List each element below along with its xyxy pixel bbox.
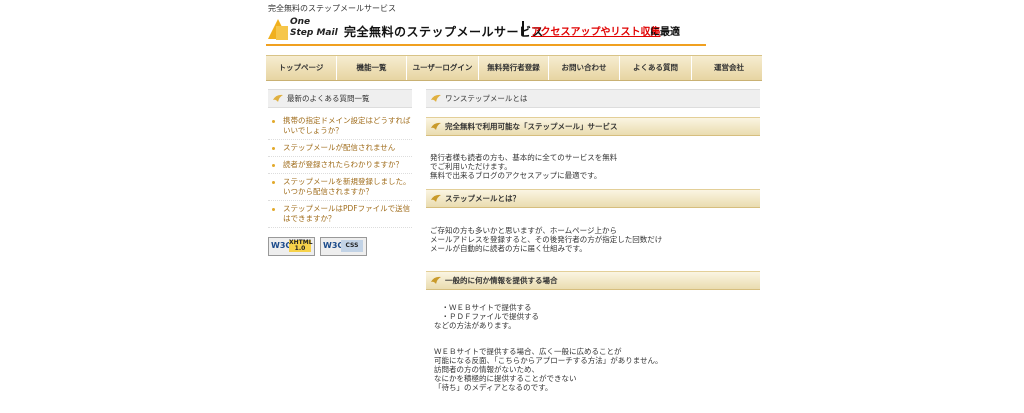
nav-company[interactable]: 運営会社 xyxy=(692,56,766,80)
section-list: ・ＷＥＢサイトで提供する ・ＰＤＦファイルで提供する などの方法があります。 xyxy=(434,303,539,330)
faq-link[interactable]: ステップメールが配信されません xyxy=(268,143,412,157)
section-heading: ステップメールとは？ xyxy=(445,194,520,203)
tagline-rest: に最適 xyxy=(650,27,680,38)
sidebar-heading: 最新のよくある質問一覧 xyxy=(287,94,370,103)
bird-icon xyxy=(431,276,441,284)
sidebar-heading-bar: 最新のよくある質問一覧 xyxy=(268,89,412,108)
section-text: 発行者様も読者の方も、基本的に全てのサービスを無料 でご利用いただけます。 無料… xyxy=(430,153,618,180)
nav-features[interactable]: 機能一覧 xyxy=(337,56,407,80)
section-text: ご存知の方も多いかと思いますが、ホームページ上から メールアドレスを登録すると、… xyxy=(430,226,663,253)
nav-contact[interactable]: お問い合わせ xyxy=(549,56,620,80)
page-heading: ワンステップメールとは xyxy=(445,94,528,103)
nav-login[interactable]: ユーザーログイン xyxy=(407,56,479,80)
faq-link[interactable]: ステップメールを新規登録しました。いつから配信されますか？ xyxy=(268,177,412,201)
bird-icon xyxy=(431,94,441,102)
section-text: ＷＥＢサイトで提供する場合、広く一般に広めることが 可能になる反面、「こちらから… xyxy=(434,347,663,392)
section-heading: 一般的に何か情報を提供する場合 xyxy=(445,276,558,285)
site-title: 完全無料のステップメールサービス xyxy=(344,25,545,39)
section-heading: 完全無料で利用可能な「ステップメール」サービス xyxy=(445,122,618,131)
xhtml-label: XHTML 1.0 xyxy=(289,239,313,252)
faq-link[interactable]: 携帯の指定ドメイン設定はどうすればいいでしょうか？ xyxy=(268,116,412,140)
page: 完全無料のステップメールサービス One Step Mail 完全無料のステップ… xyxy=(266,0,762,413)
site-header: One Step Mail 完全無料のステップメールサービス アクセスアップやリ… xyxy=(266,14,762,46)
nav-faq[interactable]: よくある質問 xyxy=(620,56,692,80)
css-valid-badge[interactable]: W3C CSS xyxy=(320,237,367,256)
logo-stairs-block-icon xyxy=(276,26,288,40)
faq-list: 携帯の指定ドメイン設定はどうすればいいでしょうか？ ステップメールが配信されませ… xyxy=(268,116,412,231)
validator-badges: W3C XHTML 1.0 W3C CSS xyxy=(268,237,367,256)
logo-line-2: Step Mail xyxy=(290,28,338,38)
faq-link[interactable]: ステップメールはPDFファイルで送信はできますか？ xyxy=(268,204,412,228)
page-heading-bar: ワンステップメールとは xyxy=(426,89,760,108)
section-general-info: 一般的に何か情報を提供する場合 ・ＷＥＢサイトで提供する ・ＰＤＦファイルで提供… xyxy=(426,271,760,392)
nav-top[interactable]: トップページ xyxy=(266,56,337,80)
logo-line-1: One xyxy=(290,17,311,27)
top-caption: 完全無料のステップメールサービス xyxy=(268,4,396,13)
site-logo[interactable]: One Step Mail xyxy=(268,17,340,43)
main-nav: トップページ 機能一覧 ユーザーログイン 無料発行者登録 お問い合わせ よくある… xyxy=(266,55,762,81)
bird-icon xyxy=(431,122,441,130)
bird-icon xyxy=(273,94,283,102)
faq-link[interactable]: 読者が登録されたらわかりますか？ xyxy=(268,160,412,174)
section-free-service: 完全無料で利用可能な「ステップメール」サービス 発行者様も読者の方も、基本的に全… xyxy=(426,117,760,180)
tagline-highlight: アクセスアップやリスト収集 xyxy=(531,27,661,38)
bird-icon xyxy=(431,194,441,202)
section-what-is: ステップメールとは？ ご存知の方も多いかと思いますが、ホームページ上から メール… xyxy=(426,189,760,253)
css-label: CSS xyxy=(341,240,363,252)
title-separator xyxy=(522,21,524,36)
nav-register[interactable]: 無料発行者登録 xyxy=(479,56,549,80)
xhtml-valid-badge[interactable]: W3C XHTML 1.0 xyxy=(268,237,315,256)
sidebar: 最新のよくある質問一覧 携帯の指定ドメイン設定はどうすればいいでしょうか？ ステ… xyxy=(268,89,412,256)
header-underline xyxy=(266,44,706,46)
